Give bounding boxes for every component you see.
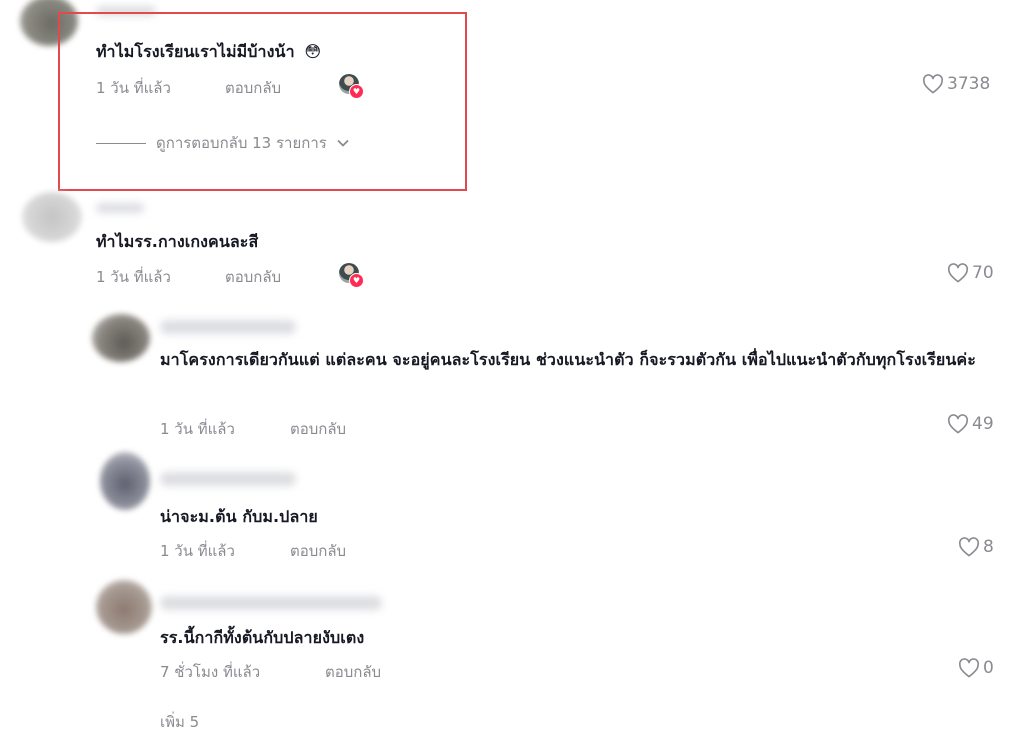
comment-time: 1 วัน ที่แล้ว [160, 542, 235, 560]
avatar[interactable] [96, 580, 152, 634]
reply-button[interactable]: ตอบกลับ [225, 265, 281, 289]
comment-text: มาโครงการเดียวกันแต่ แต่ละคน จะอยู่คนละโ… [160, 350, 976, 369]
heart-outline-icon [947, 263, 969, 283]
like-count: 8 [983, 537, 994, 557]
heart-outline-icon [958, 537, 980, 557]
comment-time: 7 ชั่วโมง ที่แล้ว [160, 663, 261, 681]
avatar[interactable] [100, 452, 150, 510]
heart-outline-icon [958, 658, 980, 678]
like-button[interactable]: 70 [947, 263, 994, 283]
avatar[interactable] [22, 192, 82, 242]
username-blurred[interactable] [160, 596, 382, 610]
like-count: 3738 [947, 74, 991, 94]
highlight-box [58, 12, 467, 191]
like-button[interactable]: 3738 [922, 74, 990, 94]
username-blurred[interactable] [160, 320, 296, 334]
comment-text: รร.นี้กากีทั้งต้นกับปลายงับเตง [160, 628, 365, 647]
reply-button[interactable]: ตอบกลับ [325, 660, 381, 684]
comment-time: 1 วัน ที่แล้ว [160, 420, 235, 438]
like-button[interactable]: 8 [958, 537, 994, 557]
like-count: 0 [983, 658, 994, 678]
reply-button[interactable]: ตอบกลับ [290, 417, 346, 441]
like-count: 70 [972, 263, 994, 283]
like-button[interactable]: 0 [958, 658, 994, 678]
username-blurred[interactable] [160, 472, 296, 486]
comment-time: 1 วัน ที่แล้ว [96, 268, 171, 286]
reply-button[interactable]: ตอบกลับ [290, 539, 346, 563]
like-count: 49 [972, 414, 994, 434]
avatar[interactable] [92, 314, 150, 362]
comment-text: น่าจะม.ต้น กับม.ปลาย [160, 507, 318, 526]
like-button[interactable]: 49 [947, 414, 994, 434]
comment-text: ทำไมรร.กางเกงคนละสี [96, 232, 259, 251]
creator-liked-icon: ♥ [339, 263, 364, 288]
username-blurred[interactable] [96, 203, 144, 213]
view-more-replies-button[interactable]: เพิ่ม 5 [160, 710, 199, 734]
heart-outline-icon [947, 414, 969, 434]
heart-outline-icon [922, 74, 944, 94]
